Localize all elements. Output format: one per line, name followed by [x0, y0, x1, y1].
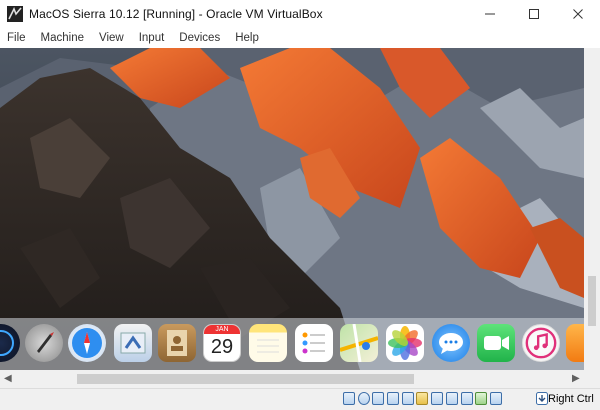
horizontal-scrollbar[interactable]: ◀ ▶	[0, 370, 600, 388]
minimize-icon	[485, 13, 495, 15]
itunes-icon[interactable]	[522, 324, 560, 362]
notes-icon[interactable]	[249, 324, 287, 362]
hard-disk-icon[interactable]	[343, 392, 355, 405]
launchpad-icon[interactable]	[25, 324, 63, 362]
menu-file[interactable]: File	[7, 32, 26, 44]
status-bar: Right Ctrl	[0, 388, 600, 410]
siri-icon[interactable]	[0, 324, 20, 362]
vertical-scroll-thumb[interactable]	[588, 276, 596, 326]
menu-machine[interactable]: Machine	[41, 32, 84, 44]
maps-icon[interactable]	[340, 324, 378, 362]
facetime-icon[interactable]	[477, 324, 515, 362]
audio-icon[interactable]	[372, 392, 385, 405]
device-status-icons	[343, 392, 505, 405]
menu-input[interactable]: Input	[139, 32, 165, 44]
ibooks-icon[interactable]	[566, 324, 584, 362]
cpu-icon[interactable]	[460, 392, 473, 405]
close-icon	[573, 9, 583, 19]
maximize-button[interactable]	[512, 0, 556, 28]
vertical-scrollbar[interactable]	[584, 48, 600, 370]
messages-icon[interactable]	[432, 324, 470, 362]
calendar-icon[interactable]: JAN 29	[203, 324, 241, 362]
usb-icon[interactable]	[401, 392, 414, 405]
minimize-button[interactable]	[468, 0, 512, 28]
close-button[interactable]	[556, 0, 600, 28]
calendar-month: JAN	[204, 325, 240, 334]
scroll-left-icon[interactable]: ◀	[4, 373, 12, 384]
menu-help[interactable]: Help	[235, 32, 259, 44]
display-icon[interactable]	[431, 392, 444, 405]
photos-icon[interactable]	[386, 324, 424, 362]
macos-dock: JAN 29	[0, 318, 584, 370]
optical-drive-icon[interactable]	[357, 392, 370, 405]
maximize-icon	[529, 9, 539, 19]
virtualbox-app-icon	[7, 6, 23, 22]
calendar-day: 29	[210, 336, 234, 358]
host-key-icon	[536, 392, 548, 405]
guest-display[interactable]: JAN 29	[0, 48, 584, 370]
mouse-integration-icon[interactable]	[475, 392, 488, 405]
reminders-icon[interactable]	[295, 324, 333, 362]
network-icon[interactable]	[387, 392, 400, 405]
safari-icon[interactable]	[68, 324, 106, 362]
menu-bar: File Machine View Input Devices Help	[0, 28, 600, 48]
contacts-icon[interactable]	[158, 324, 196, 362]
title-bar[interactable]: MacOS Sierra 10.12 [Running] - Oracle VM…	[0, 0, 600, 28]
window-title: MacOS Sierra 10.12 [Running] - Oracle VM…	[29, 7, 323, 21]
window-controls	[468, 0, 600, 28]
scroll-right-icon[interactable]: ▶	[572, 373, 580, 384]
mail-icon[interactable]	[114, 324, 152, 362]
menu-view[interactable]: View	[99, 32, 124, 44]
host-key-label: Right Ctrl	[548, 393, 594, 405]
horizontal-scroll-thumb[interactable]	[77, 374, 414, 384]
menu-devices[interactable]: Devices	[179, 32, 220, 44]
recording-icon[interactable]	[489, 392, 502, 405]
video-capture-icon[interactable]	[445, 392, 458, 405]
shared-folders-icon[interactable]	[416, 392, 429, 405]
